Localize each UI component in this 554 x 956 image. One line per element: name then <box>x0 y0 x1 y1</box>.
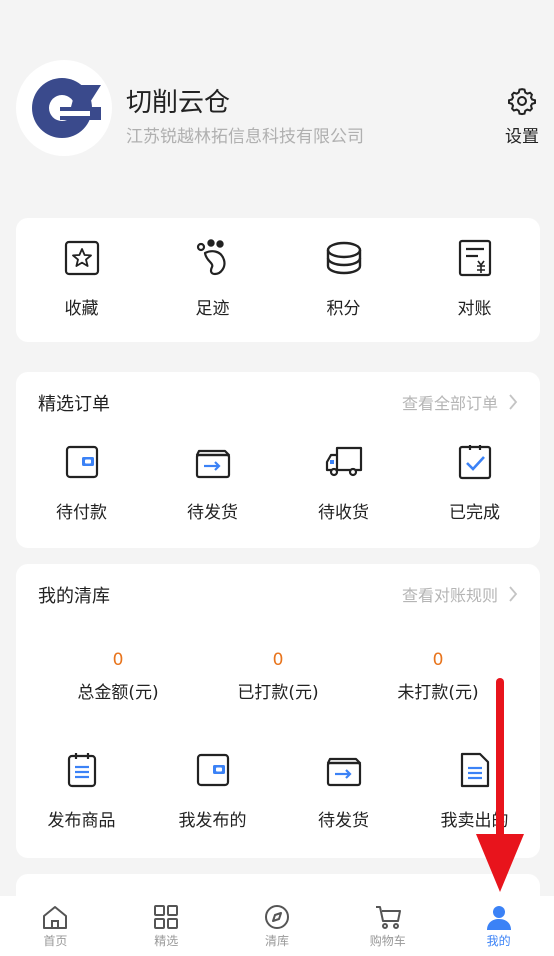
reconcile-button[interactable]: 对账 <box>409 238 540 319</box>
stat-paid-label: 已打款(元) <box>237 683 319 703</box>
tab-me[interactable]: 我的 <box>443 896 554 956</box>
truck-icon <box>324 442 364 482</box>
check-clipboard-icon <box>455 442 495 482</box>
stat-unpaid[interactable]: 0 未打款(元) <box>358 650 518 703</box>
completed-label: 已完成 <box>449 503 500 523</box>
quick-actions-card: 收藏 足迹 积分 对账 <box>16 218 540 342</box>
company-name: 切削云仓 <box>126 88 231 118</box>
stat-paid[interactable]: 0 已打款(元) <box>198 650 358 703</box>
view-rules-link[interactable]: 查看对账规则 <box>402 582 518 606</box>
footprints-button[interactable]: 足迹 <box>147 238 278 319</box>
shipping-box-icon <box>193 442 233 482</box>
my-published-button[interactable]: 我发布的 <box>147 750 278 831</box>
company-fullname: 江苏锐越林拓信息科技有限公司 <box>126 127 364 147</box>
stat-total-value: 0 <box>112 650 124 670</box>
stat-unpaid-value: 0 <box>432 650 444 670</box>
pending-shipment-button[interactable]: 待发货 <box>147 442 278 523</box>
settings-label: 设置 <box>505 127 539 147</box>
profile-header: 切削云仓 江苏锐越林拓信息科技有限公司 设置 <box>0 0 554 190</box>
pending-payment-label: 待付款 <box>56 503 107 523</box>
gear-icon <box>508 88 536 116</box>
wallet-icon <box>193 750 233 790</box>
points-button[interactable]: 积分 <box>278 238 409 319</box>
settings-button[interactable]: 设置 <box>500 86 544 147</box>
bill-icon <box>455 238 495 278</box>
reconcile-label: 对账 <box>457 299 492 319</box>
clearance-card: 我的清库 查看对账规则 0 总金额(元) 0 已打款(元) 0 未打款(元) 发… <box>16 564 540 858</box>
stat-total[interactable]: 0 总金额(元) <box>38 650 198 703</box>
chevron-right-icon <box>509 394 518 410</box>
pending-shipment-label: 待发货 <box>187 503 238 523</box>
tab-me-label: 我的 <box>486 934 511 948</box>
tab-featured-label: 精选 <box>154 934 179 948</box>
tab-cart-label: 购物车 <box>369 934 406 948</box>
avatar[interactable] <box>16 60 112 156</box>
pending-receipt-button[interactable]: 待收货 <box>278 442 409 523</box>
cart-icon <box>375 906 401 929</box>
footprints-label: 足迹 <box>195 299 230 319</box>
user-icon <box>486 906 511 930</box>
favorites-label: 收藏 <box>64 299 99 319</box>
document-icon <box>455 750 495 790</box>
footprint-icon <box>193 238 233 278</box>
coins-icon <box>324 238 364 278</box>
stat-total-label: 总金额(元) <box>77 683 159 703</box>
view-rules-label: 查看对账规则 <box>401 586 498 605</box>
stat-paid-value: 0 <box>272 650 284 670</box>
view-all-orders-link[interactable]: 查看全部订单 <box>402 390 518 414</box>
clearance-title: 我的清库 <box>38 586 110 607</box>
notepad-icon <box>62 750 102 790</box>
tab-home[interactable]: 首页 <box>0 896 111 956</box>
tab-clearance[interactable]: 清库 <box>222 896 333 956</box>
tab-featured[interactable]: 精选 <box>111 896 222 956</box>
clearance-pending-shipment-button[interactable]: 待发货 <box>278 750 409 831</box>
points-label: 积分 <box>326 299 361 319</box>
publish-product-button[interactable]: 发布商品 <box>16 750 147 831</box>
my-sold-button[interactable]: 我卖出的 <box>409 750 540 831</box>
compass-icon <box>264 905 289 929</box>
stat-unpaid-label: 未打款(元) <box>397 683 479 703</box>
tab-clearance-label: 清库 <box>264 934 289 948</box>
orders-title: 精选订单 <box>38 394 110 415</box>
favorites-button[interactable]: 收藏 <box>16 238 147 319</box>
pending-payment-button[interactable]: 待付款 <box>16 442 147 523</box>
home-icon <box>43 906 68 929</box>
company-logo <box>32 78 101 138</box>
view-all-orders-label: 查看全部订单 <box>401 394 498 413</box>
clearance-pending-shipment-label: 待发货 <box>318 811 369 831</box>
shipping-box-icon <box>324 750 364 790</box>
clearance-stats: 0 总金额(元) 0 已打款(元) 0 未打款(元) <box>16 650 540 703</box>
star-icon <box>62 238 102 278</box>
pending-receipt-label: 待收货 <box>318 503 369 523</box>
chevron-right-icon <box>509 586 518 602</box>
grid-icon <box>154 905 179 929</box>
orders-card: 精选订单 查看全部订单 待付款 待发货 待收货 已完成 <box>16 372 540 548</box>
my-published-label: 我发布的 <box>178 811 247 831</box>
wallet-icon <box>62 442 102 482</box>
my-sold-label: 我卖出的 <box>440 811 509 831</box>
tab-cart[interactable]: 购物车 <box>332 896 443 956</box>
bottom-tab-bar: 首页 精选 清库 购物车 我的 <box>0 896 554 956</box>
tab-home-label: 首页 <box>43 934 68 948</box>
completed-button[interactable]: 已完成 <box>409 442 540 523</box>
publish-product-label: 发布商品 <box>47 811 116 831</box>
